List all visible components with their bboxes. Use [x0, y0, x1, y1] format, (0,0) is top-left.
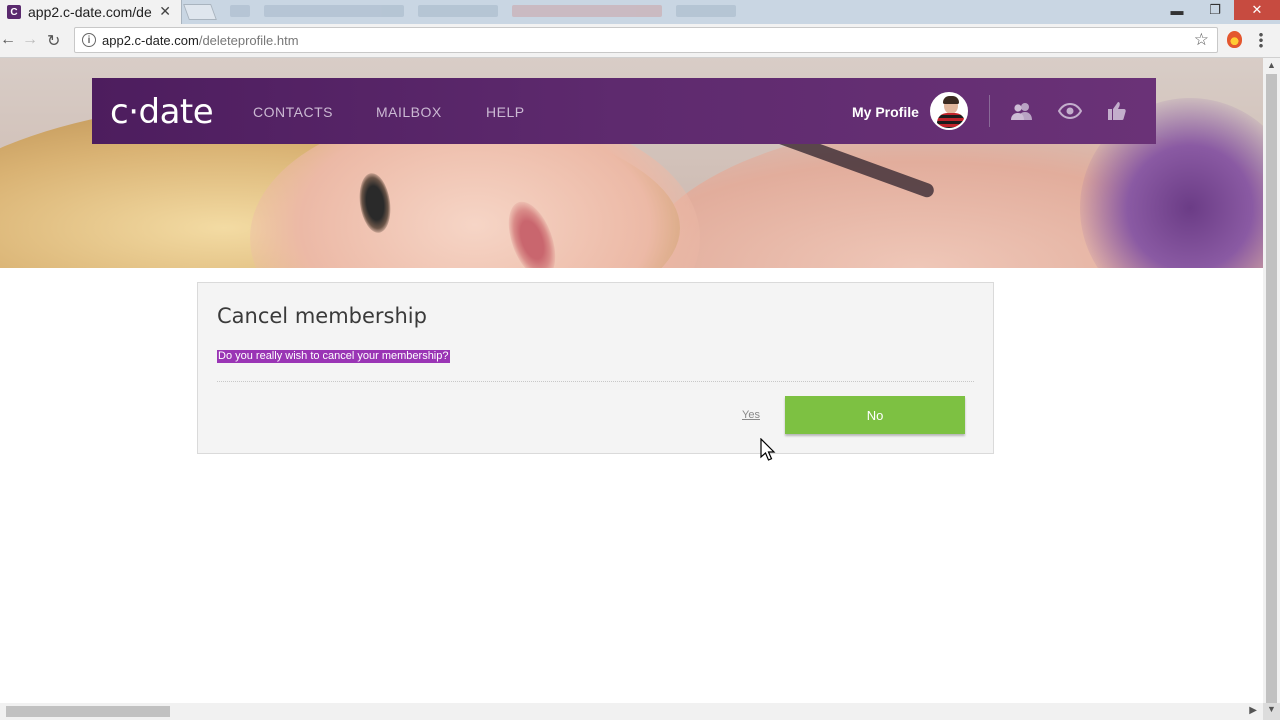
browser-titlebar: C app2.c-date.com/de ✕ ▬ ❐ ✕ [0, 0, 1280, 24]
scroll-down-icon[interactable]: ▼ [1267, 704, 1276, 714]
scroll-up-icon[interactable]: ▲ [1267, 60, 1276, 70]
browser-toolbar: ← → ↻ i app2.c-date.com/deleteprofile.ht… [0, 24, 1280, 58]
extension-flame-icon[interactable] [1227, 31, 1242, 48]
nav-divider [989, 95, 990, 127]
window-controls: ▬ ❐ ✕ [1158, 0, 1280, 22]
address-bar[interactable]: i app2.c-date.com/deleteprofile.htm ☆ [74, 27, 1218, 53]
reload-icon[interactable]: ↻ [47, 31, 60, 51]
page-title: Cancel membership [217, 304, 427, 328]
horizontal-scroll-thumb[interactable] [6, 706, 170, 717]
hero-image: c·date CONTACTS MAILBOX HELP My Profile [0, 58, 1263, 268]
cdate-logo[interactable]: c·date [110, 92, 214, 132]
new-tab-button[interactable] [183, 4, 217, 20]
page-viewport: c·date CONTACTS MAILBOX HELP My Profile … [0, 58, 1263, 703]
contacts-icon[interactable] [1010, 100, 1034, 122]
browser-menu-icon[interactable] [1259, 32, 1263, 48]
mouse-cursor-icon [760, 437, 776, 467]
tab-title: app2.c-date.com/de [28, 4, 152, 20]
divider [217, 381, 974, 382]
no-button[interactable]: No [785, 396, 965, 434]
my-profile-link[interactable]: My Profile [852, 104, 919, 120]
nav-help[interactable]: HELP [486, 104, 525, 120]
restore-button[interactable]: ❐ [1196, 0, 1234, 20]
scroll-right-icon[interactable]: ▶ [1249, 705, 1257, 716]
cancel-membership-panel: Cancel membership Do you really wish to … [197, 282, 994, 454]
tab-close-icon[interactable]: ✕ [159, 3, 171, 20]
likes-thumb-icon[interactable] [1105, 100, 1129, 122]
confirm-question: Do you really wish to cancel your member… [217, 350, 450, 363]
site-favicon-icon: C [7, 5, 21, 19]
scrollbar-corner: ▼ [1263, 703, 1280, 720]
visitors-eye-icon[interactable] [1058, 100, 1082, 122]
background-tabs [230, 5, 770, 19]
nav-mailbox[interactable]: MAILBOX [376, 104, 442, 120]
url-text: app2.c-date.com/deleteprofile.htm [102, 32, 299, 48]
vertical-scroll-thumb[interactable] [1266, 74, 1277, 704]
avatar[interactable] [930, 92, 968, 130]
vertical-scrollbar[interactable]: ▲ [1263, 58, 1280, 704]
yes-confirm-link[interactable]: Yes [742, 409, 760, 421]
nav-contacts[interactable]: CONTACTS [253, 104, 333, 120]
site-navbar: c·date CONTACTS MAILBOX HELP My Profile [92, 78, 1156, 144]
minimize-button[interactable]: ▬ [1158, 0, 1196, 20]
browser-tab-active[interactable]: C app2.c-date.com/de ✕ [0, 0, 182, 24]
forward-arrow-icon[interactable]: → [22, 31, 38, 49]
close-window-button[interactable]: ✕ [1234, 0, 1280, 20]
back-arrow-icon[interactable]: ← [0, 31, 16, 49]
horizontal-scrollbar[interactable]: ▶ [0, 703, 1263, 720]
bookmark-star-icon[interactable]: ☆ [1194, 30, 1209, 50]
site-info-icon[interactable]: i [82, 33, 96, 47]
